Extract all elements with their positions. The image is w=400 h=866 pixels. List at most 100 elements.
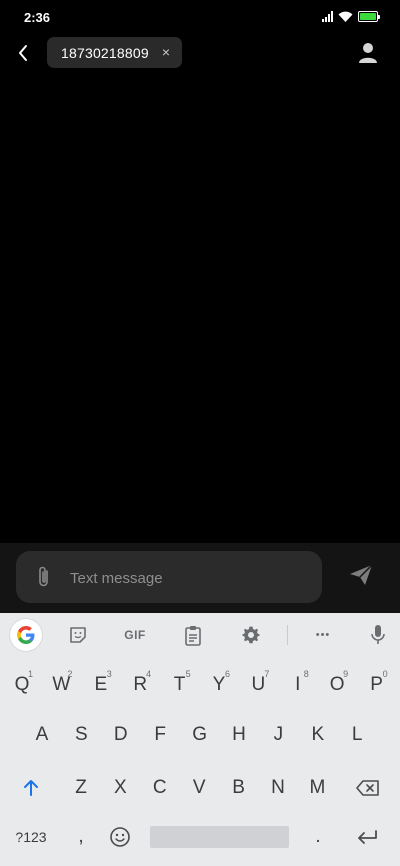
- key-label: E: [94, 674, 108, 695]
- google-button[interactable]: [10, 619, 42, 651]
- key-x[interactable]: X: [102, 768, 138, 808]
- recipient-chip[interactable]: 18730218809 ×: [47, 37, 182, 68]
- key-hint: 0: [382, 669, 388, 679]
- key-m[interactable]: M: [299, 768, 335, 808]
- key-label: M: [309, 777, 326, 798]
- key-w[interactable]: W2: [43, 665, 79, 705]
- keyboard-toolbar: GIF •••: [0, 613, 400, 658]
- conversation-area: [0, 72, 400, 543]
- key-d[interactable]: D: [103, 715, 139, 755]
- key-label: I: [295, 674, 301, 695]
- enter-key[interactable]: [349, 817, 385, 857]
- key-o[interactable]: O9: [319, 665, 355, 705]
- symbols-key[interactable]: ?123: [8, 825, 54, 849]
- back-button[interactable]: [10, 38, 36, 68]
- key-hint: 7: [264, 669, 270, 679]
- period-key[interactable]: .: [300, 817, 336, 857]
- key-label: S: [75, 724, 88, 745]
- key-hint: 2: [67, 669, 73, 679]
- key-hint: 3: [106, 669, 112, 679]
- key-a[interactable]: A: [24, 715, 60, 755]
- key-y[interactable]: Y6: [201, 665, 237, 705]
- status-icons: [322, 11, 380, 22]
- paperclip-icon: [39, 566, 48, 587]
- key-h[interactable]: H: [221, 715, 257, 755]
- google-g-icon: [17, 626, 35, 644]
- key-k[interactable]: K: [300, 715, 336, 755]
- key-hint: 4: [146, 669, 152, 679]
- key-hint: 8: [303, 669, 309, 679]
- key-z[interactable]: Z: [63, 768, 99, 808]
- key-r[interactable]: R4: [122, 665, 158, 705]
- key-g[interactable]: G: [182, 715, 218, 755]
- attach-button[interactable]: [34, 565, 54, 589]
- chip-remove-button[interactable]: ×: [162, 44, 170, 60]
- key-hint: 9: [343, 669, 349, 679]
- key-u[interactable]: U7: [240, 665, 276, 705]
- status-bar: 2:36: [0, 0, 400, 36]
- key-hint: 5: [185, 669, 191, 679]
- shift-icon: [24, 780, 38, 796]
- compose-field[interactable]: [16, 551, 322, 603]
- key-hint: 1: [27, 669, 33, 679]
- sticker-icon: [70, 627, 86, 643]
- mic-button[interactable]: [368, 622, 388, 648]
- key-n[interactable]: N: [260, 768, 296, 808]
- more-button[interactable]: •••: [310, 622, 336, 648]
- chevron-left-icon: [19, 45, 27, 61]
- message-input[interactable]: [70, 567, 300, 589]
- signal-icon: [322, 11, 333, 22]
- shift-key[interactable]: [13, 768, 49, 808]
- person-icon: [359, 43, 377, 63]
- send-icon: [350, 564, 373, 585]
- emoji-icon: [110, 827, 130, 847]
- clipboard-button[interactable]: [181, 622, 205, 648]
- recipient-number: 18730218809: [61, 44, 149, 61]
- settings-button[interactable]: [239, 622, 263, 648]
- compose-bar: [0, 543, 400, 613]
- backspace-key[interactable]: [350, 768, 386, 808]
- key-label: Z: [75, 777, 87, 798]
- wifi-icon: [338, 11, 353, 22]
- key-label: U: [251, 674, 266, 695]
- key-f[interactable]: F: [142, 715, 178, 755]
- key-label: T: [173, 674, 186, 695]
- key-label: G: [192, 724, 207, 745]
- key-q[interactable]: Q1: [4, 665, 40, 705]
- gif-button[interactable]: GIF: [120, 622, 150, 648]
- key-hint: 6: [224, 669, 230, 679]
- key-label: F: [154, 724, 166, 745]
- key-b[interactable]: B: [221, 768, 257, 808]
- key-label: A: [35, 724, 49, 745]
- key-c[interactable]: C: [142, 768, 178, 808]
- key-label: K: [311, 724, 325, 745]
- key-label: L: [351, 724, 363, 745]
- mic-icon: [371, 625, 385, 644]
- emoji-key[interactable]: [102, 817, 138, 857]
- key-label: D: [113, 724, 128, 745]
- clipboard-icon: [185, 625, 201, 646]
- key-label: R: [133, 674, 148, 695]
- key-label: P: [370, 674, 383, 695]
- gif-label: GIF: [124, 628, 146, 642]
- key-i[interactable]: I8: [280, 665, 316, 705]
- sticker-button[interactable]: [66, 622, 90, 648]
- key-label: J: [273, 724, 284, 745]
- send-button[interactable]: [348, 563, 374, 587]
- keyboard: GIF ••• Q1W2E3R4T5Y6U7I8O9P0ASDFGHJK L Z…: [0, 613, 400, 866]
- space-key[interactable]: [150, 826, 289, 848]
- key-j[interactable]: J: [260, 715, 296, 755]
- key-p[interactable]: P0: [359, 665, 395, 705]
- key-l[interactable]: L: [339, 715, 375, 755]
- key-label: Y: [212, 674, 226, 695]
- battery-icon: [358, 11, 380, 22]
- status-time: 2:36: [24, 10, 51, 25]
- battery-fill: [360, 13, 376, 20]
- key-s[interactable]: S: [63, 715, 99, 755]
- contact-button[interactable]: [357, 41, 379, 65]
- key-e[interactable]: E3: [83, 665, 119, 705]
- key-t[interactable]: T5: [162, 665, 198, 705]
- key-v[interactable]: V: [181, 768, 217, 808]
- comma-key[interactable]: ,: [63, 817, 99, 857]
- key-label: H: [232, 724, 246, 745]
